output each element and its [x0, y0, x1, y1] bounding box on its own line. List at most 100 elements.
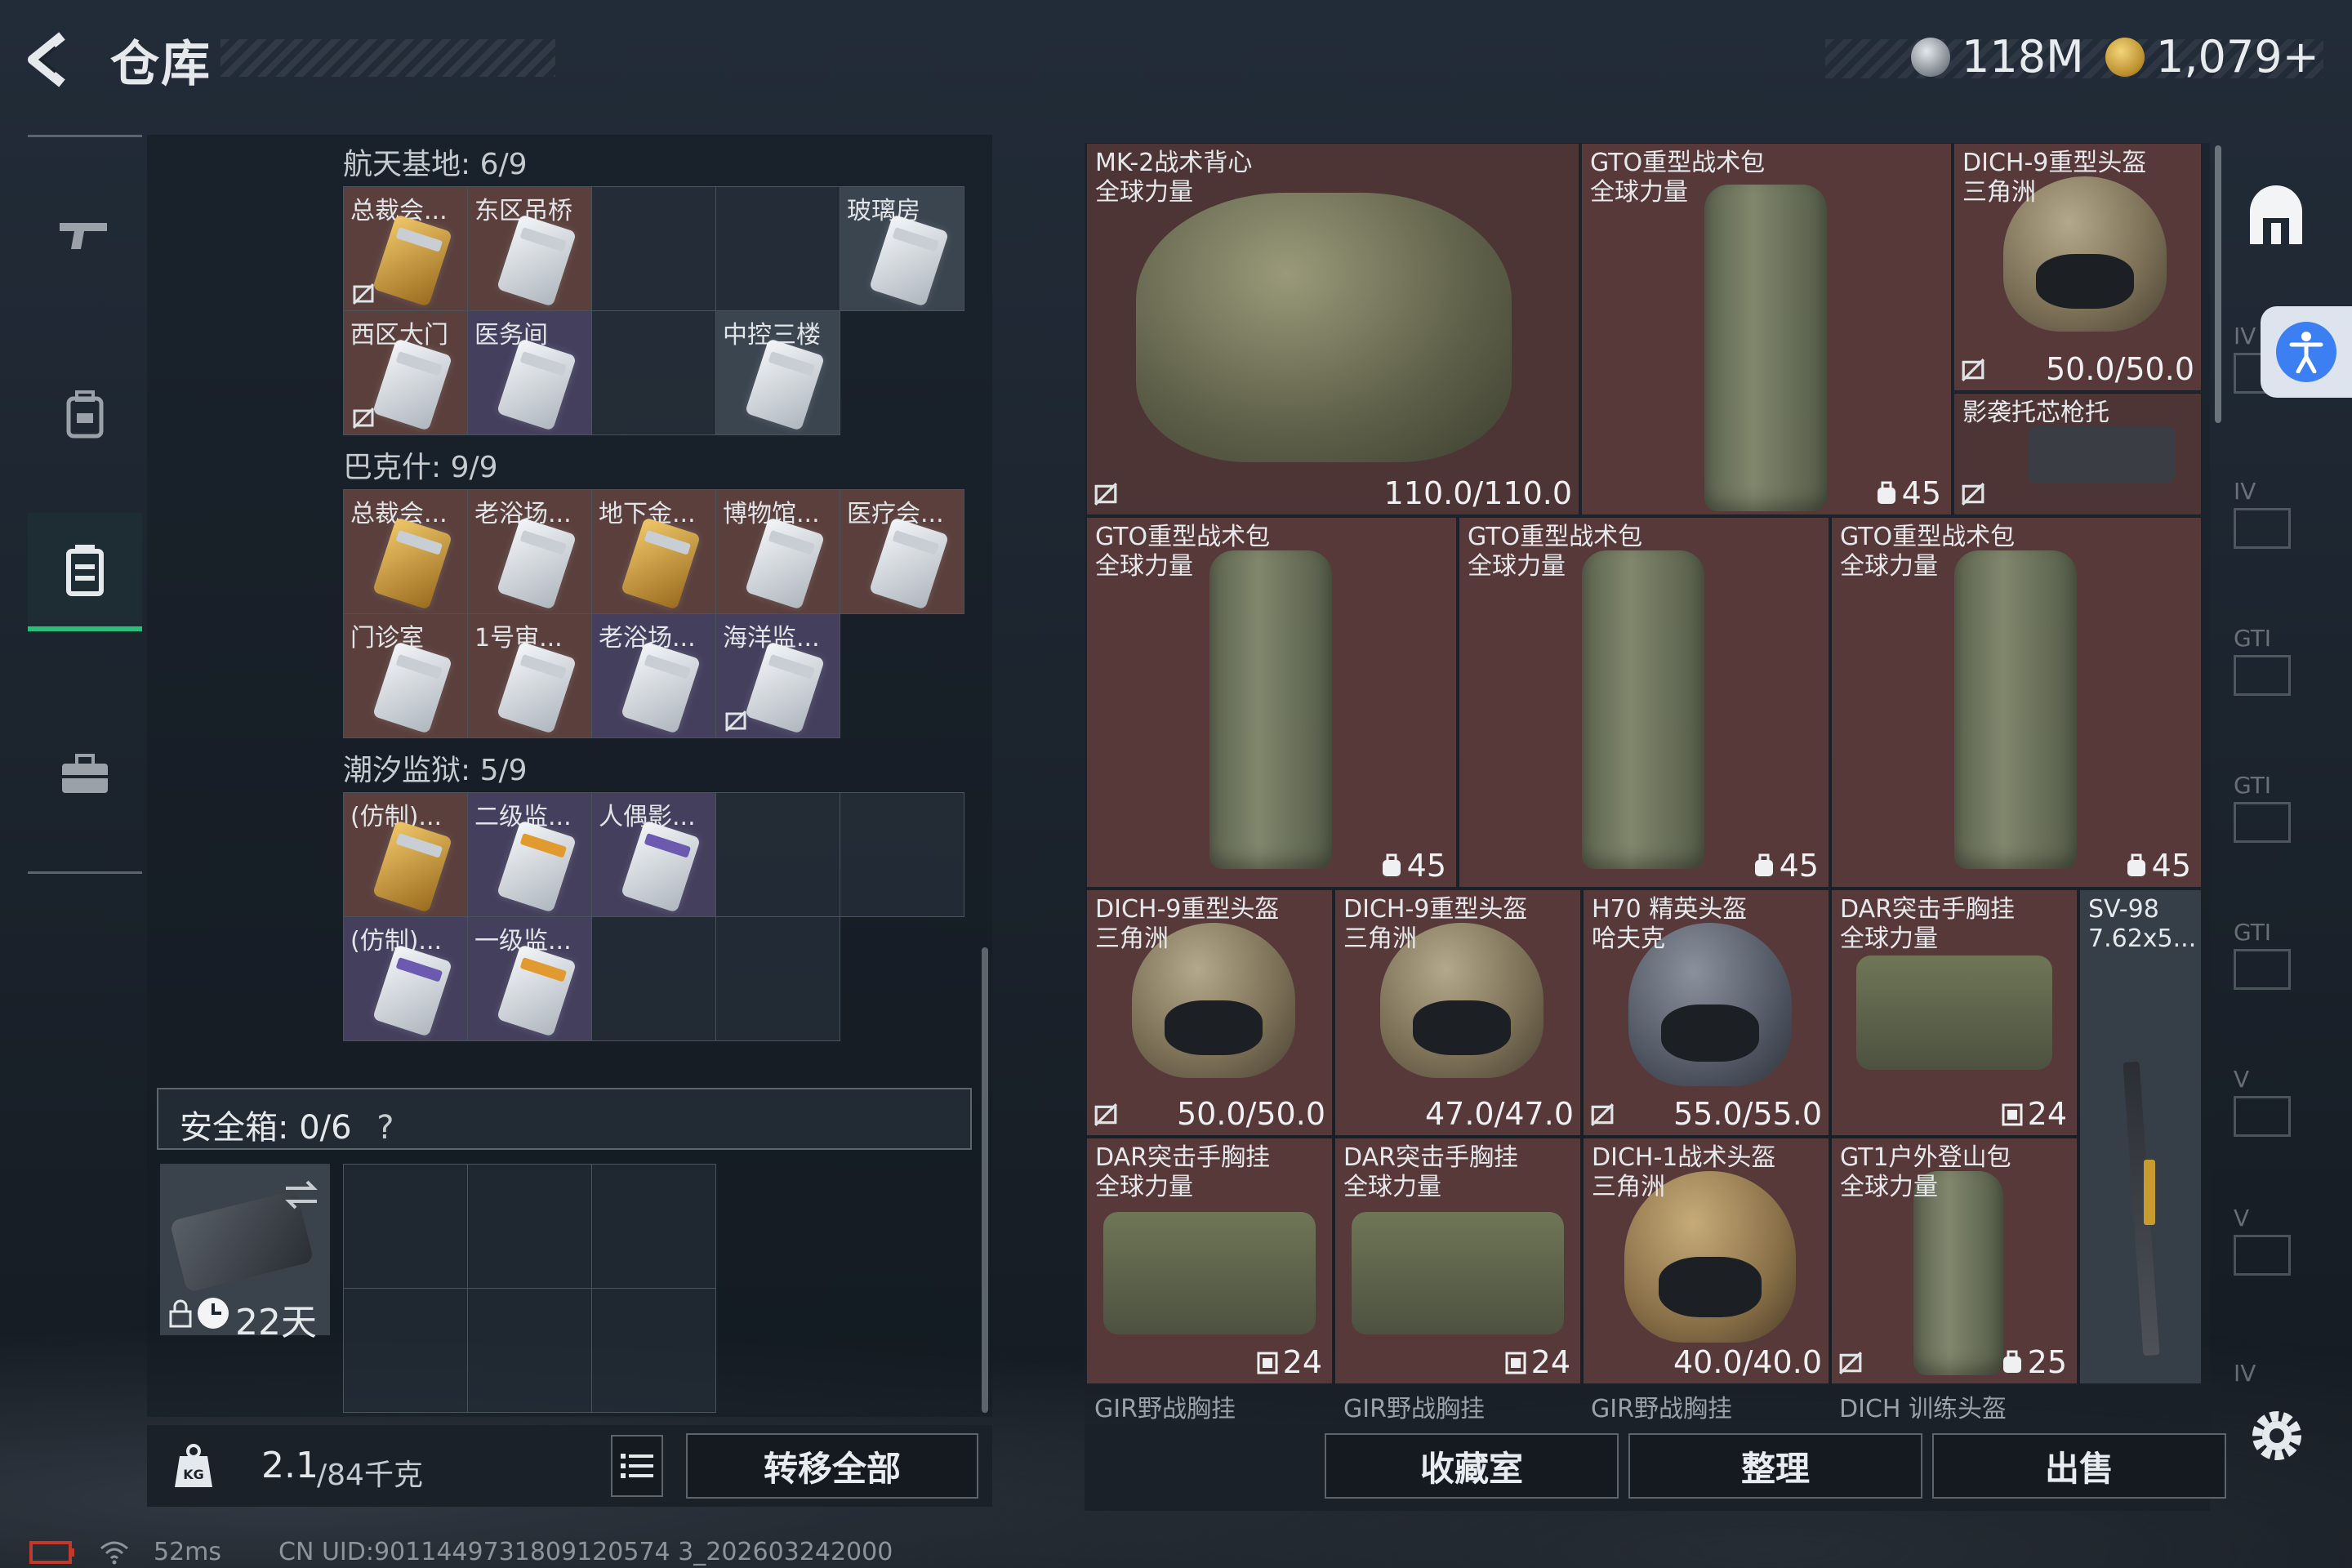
inventory-item-vest[interactable]: MK-2战术背心 全球力量 110.0/110.0: [1086, 143, 1579, 515]
accessibility-button[interactable]: [2261, 306, 2352, 398]
filter-tier-icon[interactable]: IV: [2234, 478, 2315, 551]
item-durability: 50.0/50.0: [1176, 1096, 1325, 1132]
inventory-item-chest-rig[interactable]: DAR突击手胸挂 全球力量 24: [1831, 889, 2078, 1136]
keycard-slot[interactable]: 老浴场...: [468, 490, 592, 614]
backpack-item-icon: [1209, 550, 1332, 869]
empty-slot[interactable]: [716, 187, 840, 311]
inventory-item-backpack[interactable]: GTO重型战术包 全球力量 45: [1831, 517, 2202, 888]
keycard-slot[interactable]: 一级监...: [468, 917, 592, 1041]
filter-tier-icon[interactable]: GTI: [2234, 772, 2315, 845]
empty-slot[interactable]: [592, 917, 716, 1041]
capacity-icon: [1505, 1352, 1526, 1374]
keycard-slot[interactable]: 老浴场...: [592, 614, 716, 738]
inventory-item-backpack[interactable]: GTO重型战术包 全球力量 45: [1086, 517, 1457, 888]
rail-briefcase-button[interactable]: [28, 725, 142, 823]
no-trade-icon: [1094, 1103, 1117, 1126]
keycard-slot[interactable]: 总裁会...: [344, 490, 468, 614]
item-name: DICH-9重型头盔 三角洲: [1343, 895, 1528, 953]
briefcase-icon: [62, 754, 108, 793]
inventory-item-backpack[interactable]: GT1户外登山包 全球力量 25: [1831, 1138, 2078, 1384]
keycard-slot[interactable]: 医务间: [468, 311, 592, 435]
empty-slot[interactable]: [716, 917, 840, 1041]
stash-scrollbar[interactable]: [982, 947, 988, 1413]
empty-slot[interactable]: [592, 187, 716, 311]
keycard-slot[interactable]: 1号审...: [468, 614, 592, 738]
empty-slot[interactable]: [468, 1165, 592, 1289]
section-title-aerospace: 航天基地: 6/9: [343, 148, 528, 181]
capacity-icon: [2002, 1103, 2023, 1126]
swap-icon[interactable]: [283, 1178, 320, 1211]
empty-slot[interactable]: [840, 793, 964, 917]
keycard-icon: [744, 641, 826, 734]
keycard-icon: [620, 820, 702, 913]
collection-room-button[interactable]: 收藏室: [1325, 1433, 1619, 1499]
list-view-button[interactable]: [611, 1435, 663, 1497]
help-icon[interactable]: ?: [376, 1109, 394, 1147]
item-durability: 47.0/47.0: [1424, 1096, 1574, 1132]
keycard-slot[interactable]: 西区大门: [344, 311, 468, 435]
inventory-item-chest-rig[interactable]: DAR突击手胸挂 全球力量 24: [1086, 1138, 1333, 1384]
filter-tier-icon[interactable]: GTI: [2234, 625, 2315, 698]
inventory-item-helmet[interactable]: DICH-9重型头盔 三角洲 47.0/47.0: [1334, 889, 1581, 1136]
inventory-item-chest-rig[interactable]: DAR突击手胸挂 全球力量 24: [1334, 1138, 1581, 1384]
keycard-icon: [372, 641, 453, 734]
gun-stock-icon: [2028, 426, 2175, 483]
filter-tier-icon[interactable]: GTI: [2234, 919, 2315, 992]
sort-button[interactable]: 整理: [1628, 1433, 1922, 1499]
item-name: DICH-1战术头盔 三角洲: [1592, 1143, 1776, 1201]
filter-tier-icon[interactable]: V: [2234, 1205, 2315, 1278]
keycard-slot[interactable]: 门诊室: [344, 614, 468, 738]
empty-slot[interactable]: [592, 1289, 716, 1413]
inventory-item-rifle[interactable]: SV-98 7.62x5...: [2079, 889, 2202, 1384]
back-arrow-icon[interactable]: [23, 31, 88, 88]
keycard-slot[interactable]: 地下金...: [592, 490, 716, 614]
inventory-item-helmet[interactable]: H70 精英头盔 哈夫克 55.0/55.0: [1583, 889, 1829, 1136]
rail-warehouse-button[interactable]: [28, 513, 142, 631]
sell-button[interactable]: 出售: [1932, 1433, 2226, 1499]
keycard-slot[interactable]: 海洋监...: [716, 614, 840, 738]
filter-tier-icon[interactable]: IV: [2234, 1360, 2315, 1384]
safe-box-timer: 22天: [235, 1302, 317, 1343]
empty-slot[interactable]: [468, 1289, 592, 1413]
item-durability: 50.0/50.0: [2045, 351, 2194, 387]
empty-slot[interactable]: [592, 311, 716, 435]
rifle-scope-icon: [2144, 1160, 2155, 1225]
keycard-icon: [496, 641, 577, 734]
inventory-item-helmet[interactable]: DICH-9重型头盔 三角洲 50.0/50.0: [1086, 889, 1333, 1136]
inventory-item-stock[interactable]: 影袭托芯枪托: [1953, 393, 2202, 515]
filter-tier-icon[interactable]: V: [2234, 1066, 2315, 1139]
empty-slot[interactable]: [344, 1289, 468, 1413]
keycard-slot[interactable]: (仿制)...: [344, 917, 468, 1041]
empty-slot[interactable]: [344, 1165, 468, 1289]
keycard-slot[interactable]: 医疗会...: [840, 490, 964, 614]
item-name: DAR突击手胸挂 全球力量: [1095, 1143, 1270, 1201]
keycard-icon: [372, 517, 453, 610]
keycard-slot[interactable]: 玻璃房: [840, 187, 964, 311]
capacity-icon: [2002, 1350, 2021, 1373]
rail-backpack-button[interactable]: [28, 366, 142, 464]
inventory-item-helmet[interactable]: DICH-1战术头盔 三角洲 40.0/40.0: [1583, 1138, 1829, 1384]
inventory-item-backpack[interactable]: GTO重型战术包 全球力量 45: [1459, 517, 1829, 888]
keycard-slot[interactable]: 中控三楼: [716, 311, 840, 435]
keycard-slot[interactable]: 东区吊桥: [468, 187, 592, 311]
keycard-slot[interactable]: 人偶影...: [592, 793, 716, 917]
keycard-slot[interactable]: (仿制)...: [344, 793, 468, 917]
inventory-item-backpack[interactable]: GTO重型战术包 全球力量 45: [1581, 143, 1952, 515]
keycard-slot[interactable]: 总裁会...: [344, 187, 468, 311]
gold-coin-icon: [2105, 37, 2145, 77]
empty-slot[interactable]: [592, 1165, 716, 1289]
keycard-slot[interactable]: 博物馆...: [716, 490, 840, 614]
currency-gold[interactable]: 1,079+: [2105, 31, 2319, 82]
armor-filter-icon[interactable]: [2243, 185, 2309, 251]
safe-box-item[interactable]: 22天: [160, 1164, 330, 1343]
item-name: MK-2战术背心 全球力量: [1095, 149, 1253, 207]
rail-weapon-button[interactable]: [28, 186, 142, 284]
keycard-slot[interactable]: 二级监...: [468, 793, 592, 917]
inventory-item-helmet[interactable]: DICH-9重型头盔 三角洲 50.0/50.0: [1953, 143, 2202, 391]
settings-gear-icon[interactable]: [2247, 1406, 2306, 1465]
transfer-all-button[interactable]: 转移全部: [686, 1433, 978, 1499]
backpack-item-icon: [1582, 550, 1704, 869]
empty-slot[interactable]: [716, 793, 840, 917]
keycard-grid-tidal-prison: (仿制)... 二级监... 人偶影... (仿制)... 一级监...: [343, 792, 964, 1041]
inventory-panel: MK-2战术背心 全球力量 110.0/110.0 GTO重型战术包 全球力量 …: [1085, 143, 2210, 1425]
